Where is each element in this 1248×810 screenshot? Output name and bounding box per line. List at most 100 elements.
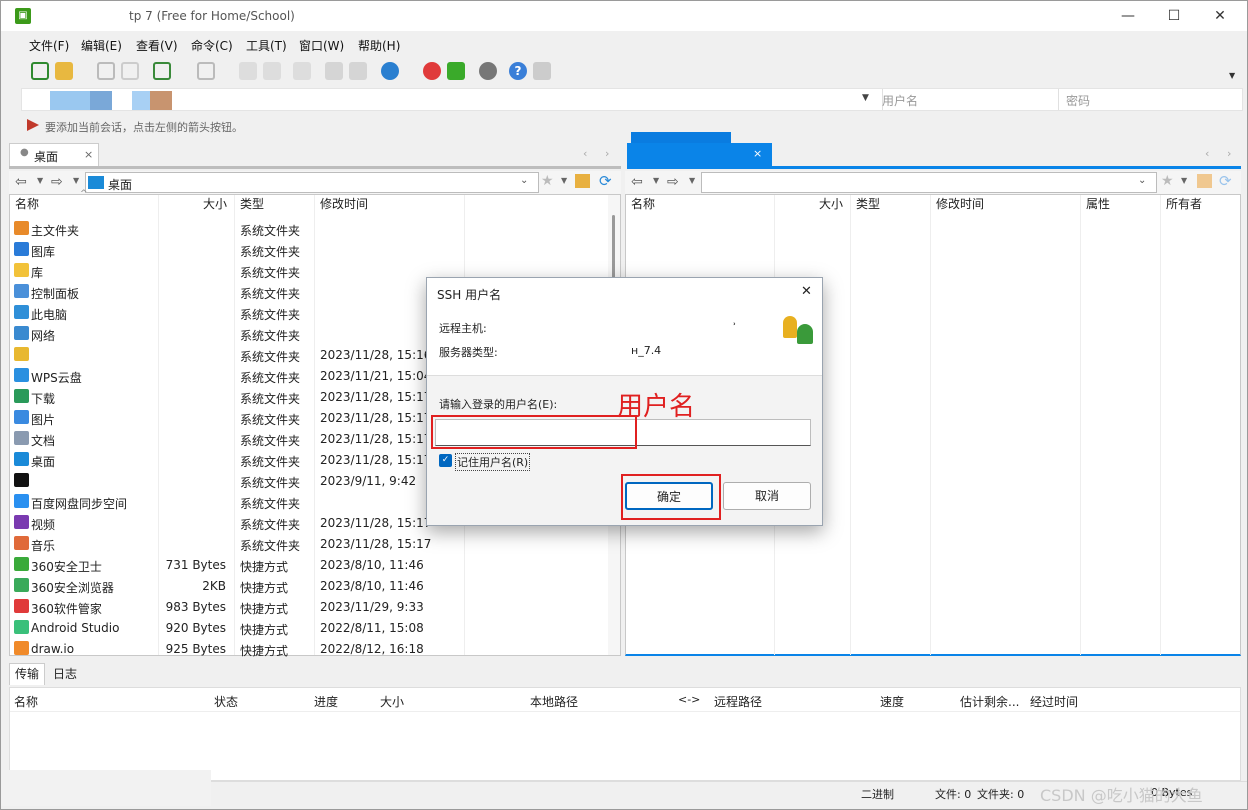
compare-icon[interactable] <box>121 62 139 80</box>
chevron-down-icon[interactable]: ▼ <box>1181 176 1187 185</box>
col-speed[interactable]: 速度 <box>880 693 904 710</box>
chat-icon[interactable] <box>533 62 551 80</box>
col-eta[interactable]: 估计剩余... <box>960 693 1019 710</box>
col-local-path[interactable]: 本地路径 <box>530 693 578 710</box>
col-size[interactable]: 大小 <box>203 195 227 215</box>
minimize-button[interactable]: — <box>1105 1 1151 31</box>
menu-help[interactable]: 帮助(H) <box>358 37 400 54</box>
chevron-down-icon[interactable]: ▼ <box>689 176 695 185</box>
col-name[interactable]: 名称 <box>15 195 39 215</box>
sync-icon[interactable] <box>97 62 115 80</box>
queue-icon[interactable] <box>197 62 215 80</box>
back-icon[interactable]: ⇦ <box>15 174 27 190</box>
chevron-down-icon[interactable]: ▼ <box>37 176 43 185</box>
tab-close-icon[interactable]: × <box>753 147 762 160</box>
transfer-mode[interactable]: 二进制 <box>861 786 894 802</box>
bookmark-star-icon[interactable]: ★ <box>1161 173 1174 189</box>
right-path-input[interactable]: ⌄ <box>701 172 1157 193</box>
file-name: draw.io <box>31 642 75 656</box>
col-type[interactable]: 类型 <box>856 195 880 215</box>
bookmark-star-icon[interactable]: ★ <box>541 173 554 189</box>
list-item[interactable]: 主文件夹 系统文件夹 <box>10 218 600 239</box>
dialog-close-icon[interactable]: ✕ <box>801 284 812 299</box>
list-item[interactable]: 音乐 系统文件夹 2023/11/28, 15:17 <box>10 533 600 554</box>
col-status[interactable]: 状态 <box>214 693 238 710</box>
help-icon[interactable]: ? <box>509 62 527 80</box>
download-file-icon[interactable] <box>263 62 281 80</box>
winscp-icon[interactable] <box>447 62 465 80</box>
menu-file[interactable]: 文件(F) <box>29 37 69 54</box>
chevron-down-icon[interactable]: ⌄ <box>1138 175 1146 186</box>
tab-scroll-left-icon[interactable]: ‹ <box>1205 147 1209 160</box>
forward-icon[interactable]: ⇨ <box>667 174 679 190</box>
list-item[interactable]: 360软件管家 983 Bytes 快捷方式 2023/11/29, 9:33 <box>10 596 600 617</box>
col-attributes[interactable]: 属性 <box>1086 195 1110 215</box>
col-owner[interactable]: 所有者 <box>1166 195 1202 215</box>
cancel-button[interactable]: 取消 <box>723 482 811 510</box>
col-modified[interactable]: 修改时间 <box>936 195 984 215</box>
menu-edit[interactable]: 编辑(E) <box>81 37 122 54</box>
forward-icon[interactable]: ⇨ <box>51 174 63 190</box>
file-modified: 2023/11/28, 15:17 <box>320 411 432 425</box>
tab-log[interactable]: 日志 <box>53 665 77 682</box>
remember-checkbox[interactable]: ✓ <box>439 454 452 467</box>
file-type: 系统文件夹 <box>240 329 301 343</box>
paste-icon[interactable] <box>349 62 367 80</box>
tab-close-icon[interactable]: × <box>84 148 93 161</box>
close-button[interactable]: ✕ <box>1197 1 1243 31</box>
tab-scroll-right-icon[interactable]: › <box>1227 147 1231 160</box>
copy-icon[interactable] <box>325 62 343 80</box>
col-size[interactable]: 大小 <box>380 693 404 710</box>
col-name[interactable]: 名称 <box>631 195 655 215</box>
password-field[interactable]: 密码 <box>1066 92 1090 109</box>
home-icon[interactable] <box>1197 174 1212 188</box>
col-modified[interactable]: 修改时间 <box>320 195 368 215</box>
transfer-icon[interactable] <box>293 62 311 80</box>
username-field[interactable]: 用户名 <box>882 92 918 109</box>
preferences-icon[interactable] <box>153 62 171 80</box>
tab-transfer[interactable]: 传输 <box>9 663 45 685</box>
col-progress[interactable]: 进度 <box>314 693 338 710</box>
refresh-icon[interactable]: ⟳ <box>599 172 612 190</box>
maximize-button[interactable]: ☐ <box>1151 1 1197 31</box>
menu-window[interactable]: 窗口(W) <box>299 37 344 54</box>
menu-command[interactable]: 命令(C) <box>191 37 233 54</box>
putty-icon[interactable] <box>423 62 441 80</box>
host-dropdown-icon[interactable]: ▼ <box>862 93 869 103</box>
list-item[interactable]: Android Studio 920 Bytes 快捷方式 2022/8/11, 15… <box>10 617 600 638</box>
list-item[interactable]: 360安全卫士 731 Bytes 快捷方式 2023/8/10, 11:46 <box>10 554 600 575</box>
remember-label[interactable]: 记住用户名(R) <box>455 453 531 471</box>
toolbar: ? <box>1 59 1247 85</box>
chevron-down-icon[interactable]: ▼ <box>73 176 79 185</box>
menu-tools[interactable]: 工具(T) <box>246 37 287 54</box>
menu-view[interactable]: 查看(V) <box>136 37 178 54</box>
add-session-arrow-icon[interactable] <box>27 119 39 131</box>
chevron-down-icon[interactable]: ▼ <box>653 176 659 185</box>
list-item[interactable]: 360安全浏览器 2KB 快捷方式 2023/8/10, 11:46 <box>10 575 600 596</box>
chevron-down-icon[interactable]: ▼ <box>561 176 567 185</box>
home-icon[interactable] <box>575 174 590 188</box>
left-path-input[interactable]: 桌面 ⌄ <box>85 172 539 193</box>
tab-scroll-left-icon[interactable]: ‹ <box>583 147 587 160</box>
col-type[interactable]: 类型 <box>240 195 264 215</box>
list-item[interactable]: draw.io 925 Bytes 快捷方式 2022/8/12, 16:18 <box>10 638 600 659</box>
gear-icon[interactable] <box>479 62 497 80</box>
tab-scroll-right-icon[interactable]: › <box>605 147 609 160</box>
col-name[interactable]: 名称 <box>14 693 38 710</box>
open-folder-icon[interactable] <box>55 62 73 80</box>
tab-remote[interactable]: × <box>627 143 772 167</box>
globe-icon[interactable] <box>381 62 399 80</box>
new-session-icon[interactable] <box>31 62 49 80</box>
back-icon[interactable]: ⇦ <box>631 174 643 190</box>
toolbar-overflow-icon[interactable]: ▼ <box>1229 71 1235 80</box>
col-size[interactable]: 大小 <box>819 195 843 215</box>
refresh-icon[interactable]: ⟳ <box>1219 172 1232 190</box>
list-item[interactable]: 图库 系统文件夹 <box>10 239 600 260</box>
col-remote-path[interactable]: 远程路径 <box>714 693 762 710</box>
col-direction[interactable]: <-> <box>678 693 700 706</box>
upload-icon[interactable] <box>239 62 257 80</box>
col-elapsed[interactable]: 经过时间 <box>1030 693 1078 710</box>
session-bar[interactable]: ▼ 用户名 密码 <box>21 88 1243 111</box>
tab-desktop[interactable]: ● 桌面 × <box>9 143 99 167</box>
chevron-down-icon[interactable]: ⌄ <box>520 175 528 186</box>
